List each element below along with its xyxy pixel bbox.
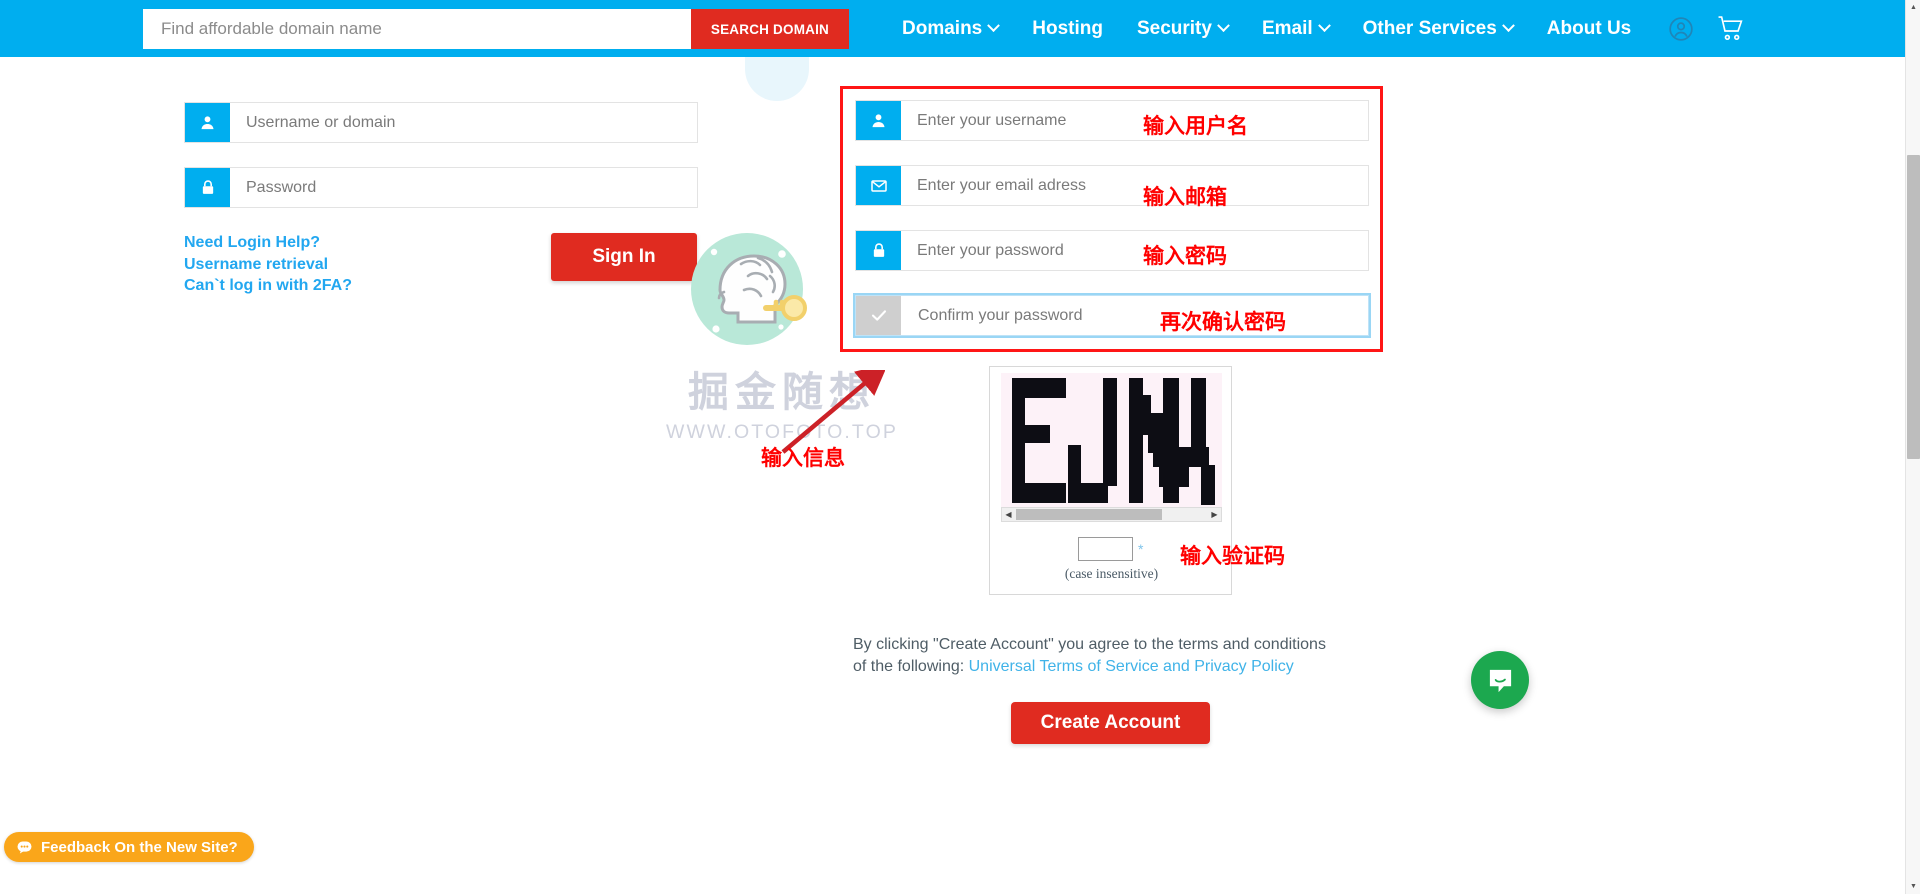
terms-link[interactable]: Universal Terms of Service and Privacy P… [969, 658, 1294, 675]
nav-item-other-services[interactable]: Other Services [1346, 18, 1530, 40]
annotation-confirm-password: 再次确认密码 [1160, 311, 1286, 334]
user-icon [856, 101, 901, 140]
scrollbar-thumb[interactable] [1907, 155, 1920, 459]
lock-icon [856, 231, 901, 270]
nav-label: Other Services [1362, 17, 1497, 39]
brain-key-illustration [691, 233, 807, 345]
search-domain-button[interactable]: SEARCH DOMAIN [690, 9, 849, 49]
nav-item-email[interactable]: Email [1245, 18, 1346, 40]
captcha-horizontal-scrollbar[interactable]: ◀ ▶ [1001, 507, 1222, 522]
register-confirm-password-input[interactable] [902, 296, 1368, 335]
search-input[interactable] [143, 9, 691, 49]
chevron-down-icon [1501, 19, 1515, 33]
nav-label: About Us [1546, 17, 1632, 39]
register-email-input[interactable] [901, 166, 1368, 205]
feedback-button[interactable]: Feedback On the New Site? [4, 832, 254, 862]
annotation-enter-captcha: 输入验证码 [1180, 545, 1285, 568]
nav-label: Security [1136, 17, 1212, 39]
feedback-label: Feedback On the New Site? [41, 838, 238, 856]
login-password-input[interactable] [230, 168, 697, 207]
register-username-row [855, 100, 1369, 141]
scroll-left-icon[interactable]: ◀ [1002, 508, 1015, 521]
chat-bubble-icon [17, 840, 32, 854]
chevron-down-icon [987, 19, 1001, 33]
register-password-input[interactable] [901, 231, 1368, 270]
nav-item-hosting[interactable]: Hosting [1015, 18, 1120, 40]
chevron-down-icon [1217, 19, 1230, 33]
nav-label: Hosting [1032, 17, 1103, 39]
scroll-right-icon[interactable]: ▶ [1208, 508, 1221, 521]
nav-label: Email [1261, 17, 1313, 39]
nav-item-domains[interactable]: Domains [885, 18, 1015, 40]
top-navigation-bar: SEARCH DOMAIN Domains Hosting Security E… [0, 0, 1905, 57]
decorative-blob [745, 57, 809, 101]
register-email-row [855, 165, 1369, 206]
register-password-row [855, 230, 1369, 271]
annotation-enter-email: 输入邮箱 [1143, 186, 1227, 209]
main-menu: Domains Hosting Security Email Other Ser… [885, 0, 1648, 57]
captcha-input[interactable] [1078, 537, 1133, 561]
annotation-enter-password: 输入密码 [1143, 245, 1227, 268]
sign-in-button[interactable]: Sign In [551, 233, 697, 281]
nav-item-security[interactable]: Security [1120, 18, 1245, 40]
intercom-chat-icon [1489, 669, 1511, 692]
lock-icon [185, 168, 230, 207]
cart-icon[interactable] [1716, 15, 1746, 42]
scroll-up-icon[interactable]: ▲ [1906, 0, 1920, 15]
scrollbar-thumb[interactable] [1016, 509, 1162, 520]
create-account-button[interactable]: Create Account [1011, 702, 1210, 744]
captcha-image [1001, 373, 1222, 507]
login-username-input[interactable] [230, 103, 697, 142]
page-scrollbar[interactable]: ▲ ▼ [1905, 0, 1920, 894]
login-password-row [184, 167, 698, 208]
domain-search-group: SEARCH DOMAIN [143, 9, 849, 49]
annotation-enter-username: 输入用户名 [1143, 115, 1248, 138]
required-marker: * [1138, 541, 1144, 557]
chevron-down-icon [1317, 19, 1331, 33]
check-icon [856, 296, 901, 335]
account-icon[interactable] [1668, 16, 1694, 42]
login-username-row [184, 102, 698, 143]
registration-form [853, 100, 1371, 360]
user-icon [185, 103, 230, 142]
annotation-enter-information: 输入信息 [761, 447, 845, 470]
header-icon-group [1668, 0, 1746, 57]
nav-item-about-us[interactable]: About Us [1530, 18, 1648, 40]
nav-label: Domains [902, 17, 983, 39]
scroll-down-icon[interactable]: ▼ [1906, 879, 1920, 894]
register-username-input[interactable] [901, 101, 1368, 140]
terms-text: By clicking "Create Account" you agree t… [853, 634, 1335, 677]
register-confirm-password-row [853, 293, 1371, 338]
chat-launcher-button[interactable] [1471, 651, 1529, 709]
envelope-icon [856, 166, 901, 205]
